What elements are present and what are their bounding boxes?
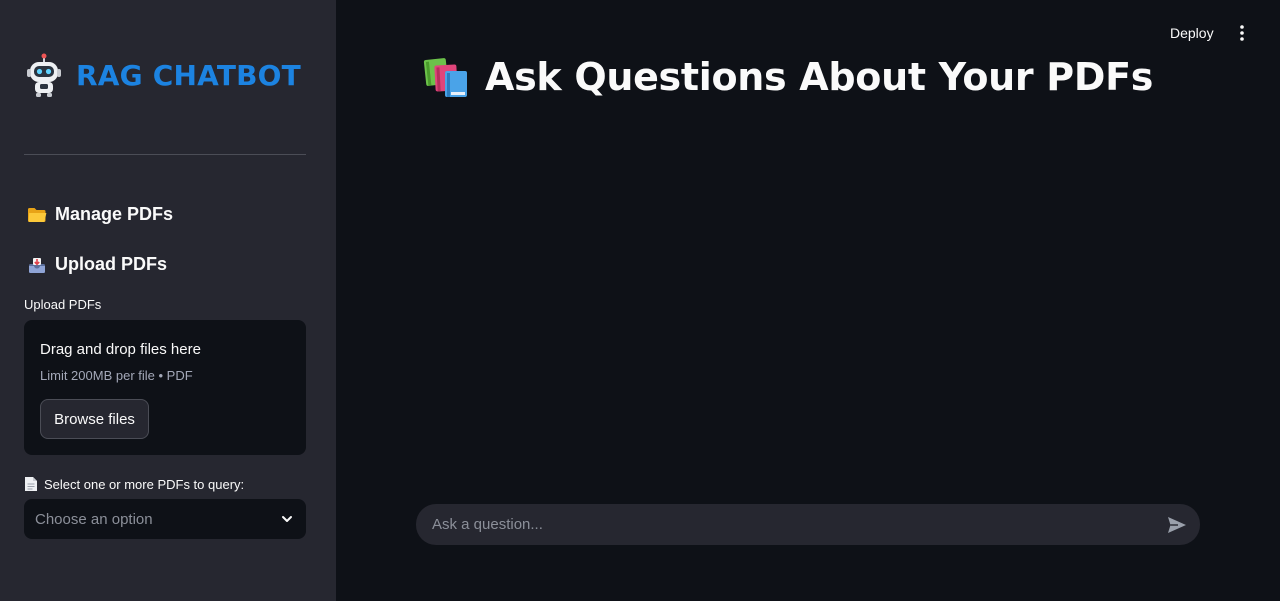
robot-icon <box>27 53 61 97</box>
select-pdfs-label-text: Select one or more PDFs to query: <box>44 476 245 492</box>
send-button[interactable] <box>1166 514 1188 536</box>
deploy-button[interactable]: Deploy <box>1160 20 1224 46</box>
uploader-label: Upload PDFs <box>24 297 102 312</box>
dropzone-title: Drag and drop files here <box>40 341 201 358</box>
page-icon <box>25 477 37 491</box>
browse-files-button[interactable]: Browse files <box>40 399 149 439</box>
page-title: Ask Questions About Your PDFs <box>423 52 1153 102</box>
sidebar: RAG CHATBOT Manage PDFs Upload PDFs Uplo… <box>0 0 336 601</box>
chevron-down-icon <box>282 516 292 522</box>
upload-pdfs-label: Upload PDFs <box>55 254 168 274</box>
brand-title: RAG CHATBOT <box>76 58 301 92</box>
books-icon <box>423 58 467 97</box>
manage-pdfs-label: Manage PDFs <box>55 204 174 224</box>
folder-icon <box>28 207 47 222</box>
inbox-tray-icon <box>29 257 45 273</box>
upload-pdfs-heading: Upload PDFs <box>27 254 167 275</box>
select-pdfs-label: Select one or more PDFs to query: <box>24 476 244 492</box>
main-menu-button[interactable] <box>1232 22 1252 44</box>
dropzone-limit: Limit 200MB per file • PDF <box>40 368 193 383</box>
app: RAG CHATBOT Manage PDFs Upload PDFs Uplo… <box>0 0 1280 601</box>
file-dropzone[interactable]: Drag and drop files here Limit 200MB per… <box>24 320 306 455</box>
sidebar-divider <box>24 154 306 155</box>
chat-input-bar <box>416 504 1200 545</box>
brand: RAG CHATBOT <box>24 52 301 98</box>
manage-pdfs-heading: Manage PDFs <box>27 204 173 225</box>
multiselect-placeholder: Choose an option <box>35 510 153 528</box>
send-icon <box>1168 517 1186 533</box>
chat-input[interactable] <box>432 504 1152 545</box>
vertical-dots-icon <box>1240 25 1244 41</box>
pdf-multiselect[interactable]: Choose an option <box>24 499 306 539</box>
page-title-text: Ask Questions About Your PDFs <box>485 55 1154 99</box>
